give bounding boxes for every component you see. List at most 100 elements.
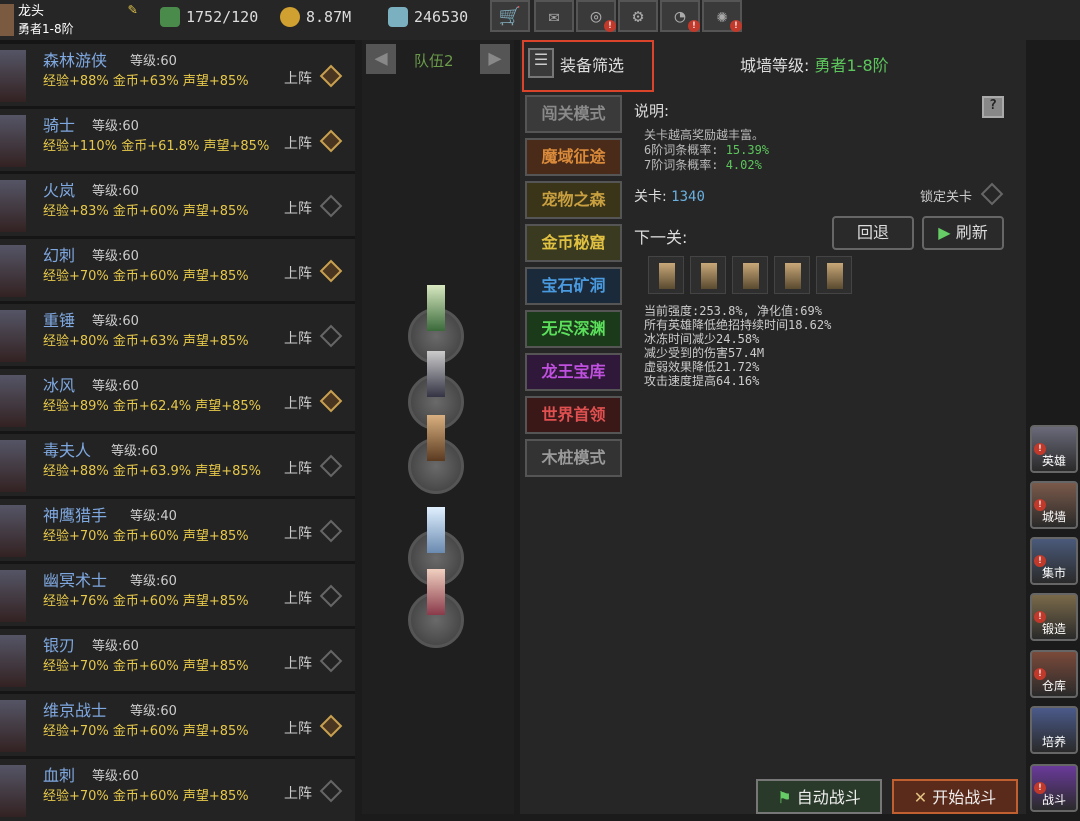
mode-button[interactable]: 宝石矿洞 [525,267,622,305]
deploy-diamond-icon[interactable] [319,649,343,673]
deploy-diamond-icon[interactable] [319,129,343,153]
hero-row[interactable]: 血刺 等级:60 经验+70% 金币+60% 声望+85% 上阵 [0,759,355,821]
deploy-diamond-icon[interactable] [319,324,343,348]
mode-button[interactable]: 魔域征途 [525,138,622,176]
start-battle-button[interactable]: ✕ 开始战斗 [892,779,1018,814]
side-menu-battle[interactable]: ! 战斗 [1030,764,1078,812]
refresh-button[interactable]: ▶ 刷新 [922,216,1004,250]
mode-button[interactable]: 世界首领 [525,396,622,434]
hero-bonus: 经验+70% 金币+60% 声望+85% [43,659,249,674]
side-menu-label: 城墙 [1041,510,1066,524]
deploy-button[interactable]: 上阵 [284,718,312,738]
side-menu-label: 英雄 [1041,454,1066,468]
deploy-button[interactable]: 上阵 [284,133,312,153]
hero-row[interactable]: 火岚 等级:60 经验+83% 金币+60% 声望+85% 上阵 [0,174,355,236]
team-prev-button[interactable]: ◀ [366,44,396,74]
deploy-diamond-icon[interactable] [319,194,343,218]
hero-bonus: 经验+88% 金币+63% 声望+85% [43,74,249,89]
team-slot[interactable] [408,569,464,648]
firework-button[interactable]: ✺! [702,0,742,32]
hero-bonus: 经验+83% 金币+60% 声望+85% [43,204,249,219]
help-icon[interactable]: ? [982,96,1004,118]
side-menu-storage[interactable]: ! 仓库 [1030,650,1078,698]
deploy-button[interactable]: 上阵 [284,263,312,283]
deploy-diamond-icon[interactable] [319,779,343,803]
enemy-portrait [816,256,852,294]
deploy-diamond-icon[interactable] [319,64,343,88]
swords-icon: ✕ [913,788,928,807]
team-panel: ◀ 队伍2 ▶ [362,40,514,814]
hero-row[interactable]: 幻刺 等级:60 经验+70% 金币+60% 声望+85% 上阵 [0,239,355,301]
deploy-button[interactable]: 上阵 [284,198,312,218]
hero-sprite [0,440,26,492]
pie-button[interactable]: ◔! [660,0,700,32]
back-button[interactable]: 回退 [832,216,914,250]
mode-button[interactable]: 闯关模式 [525,95,622,133]
deploy-button[interactable]: 上阵 [284,523,312,543]
side-menu-train[interactable]: 培养 [1030,706,1078,754]
team-name: 队伍2 [414,52,454,70]
hero-bonus: 经验+70% 金币+60% 声望+85% [43,789,249,804]
shop-button[interactable]: 🛒 [490,0,530,32]
mail-icon: ✉ [548,5,560,27]
auto-battle-button[interactable]: ⚑ 自动战斗 [756,779,882,814]
mail-button[interactable]: ✉ [534,0,574,32]
hero-row[interactable]: 银刃 等级:60 经验+70% 金币+60% 声望+85% 上阵 [0,629,355,691]
deploy-button[interactable]: 上阵 [284,68,312,88]
deploy-button[interactable]: 上阵 [284,783,312,803]
hero-row[interactable]: 重锤 等级:60 经验+80% 金币+63% 声望+85% 上阵 [0,304,355,366]
mode-button[interactable]: 无尽深渊 [525,310,622,348]
side-menu-label: 集市 [1041,566,1066,580]
deploy-diamond-icon[interactable] [319,714,343,738]
mode-button[interactable]: 宠物之森 [525,181,622,219]
hero-level: 等级:60 [92,249,139,264]
stage-stats: 当前强度:253.8%, 净化值:69% 所有英雄降低绝招持续时间18.62% 冰冻… [644,304,831,388]
deploy-diamond-icon[interactable] [319,389,343,413]
side-menu-market[interactable]: ! 集市 [1030,537,1078,585]
hero-bonus: 经验+89% 金币+62.4% 声望+85% [43,399,262,414]
team-slot[interactable] [408,415,464,494]
mode-button[interactable]: 龙王宝库 [525,353,622,391]
team-next-button[interactable]: ▶ [480,44,510,74]
hero-level: 等级:60 [92,379,139,394]
deploy-diamond-icon[interactable] [319,584,343,608]
deploy-diamond-icon[interactable] [319,259,343,283]
side-menu-forge[interactable]: ! 锻造 [1030,593,1078,641]
hero-level: 等级:60 [130,574,177,589]
mode-button[interactable]: 木桩模式 [525,439,622,477]
settings-button[interactable]: ⚙ [618,0,658,32]
hero-row[interactable]: 毒夫人 等级:60 经验+88% 金币+63.9% 声望+85% 上阵 [0,434,355,496]
hero-level: 等级:60 [92,184,139,199]
deploy-button[interactable]: 上阵 [284,328,312,348]
hero-bonus: 经验+76% 金币+60% 声望+85% [43,594,249,609]
hero-level: 等级:60 [92,119,139,134]
deploy-button[interactable]: 上阵 [284,393,312,413]
hero-name: 冰风 [43,376,76,395]
hero-row[interactable]: 骑士 等级:60 经验+110% 金币+61.8% 声望+85% 上阵 [0,109,355,171]
hero-row[interactable]: 神鹰猎手 等级:40 经验+70% 金币+60% 声望+85% 上阵 [0,499,355,561]
player-avatar[interactable] [0,4,14,36]
hero-sprite [0,245,26,297]
alert-badge: ! [730,20,742,32]
gamepad-button[interactable]: ◎! [576,0,616,32]
hero-row[interactable]: 冰风 等级:60 经验+89% 金币+62.4% 声望+85% 上阵 [0,369,355,431]
hero-row[interactable]: 森林游侠 等级:60 经验+88% 金币+63% 声望+85% 上阵 [0,44,355,106]
stat-line: 减少受到的伤害57.4M [644,346,765,360]
hero-sprite [0,700,26,752]
hero-sprite [0,115,26,167]
equipment-filter-button[interactable]: ☰ 装备筛选 [522,40,654,92]
side-menu-wall[interactable]: ! 城墙 [1030,481,1078,529]
hero-row[interactable]: 维京战士 等级:60 经验+70% 金币+60% 声望+85% 上阵 [0,694,355,756]
side-menu-hero[interactable]: ! 英雄 [1030,425,1078,473]
hero-level: 等级:60 [92,639,139,654]
mode-button[interactable]: 金币秘窟 [525,224,622,262]
deploy-button[interactable]: 上阵 [284,458,312,478]
hero-name: 血刺 [43,766,76,785]
deploy-button[interactable]: 上阵 [284,588,312,608]
hero-row[interactable]: 幽冥术士 等级:60 经验+76% 金币+60% 声望+85% 上阵 [0,564,355,626]
edit-icon[interactable]: ✎ [128,0,146,18]
deploy-diamond-icon[interactable] [319,519,343,543]
shop-cart-icon: 🛒 [498,5,522,27]
deploy-diamond-icon[interactable] [319,454,343,478]
deploy-button[interactable]: 上阵 [284,653,312,673]
